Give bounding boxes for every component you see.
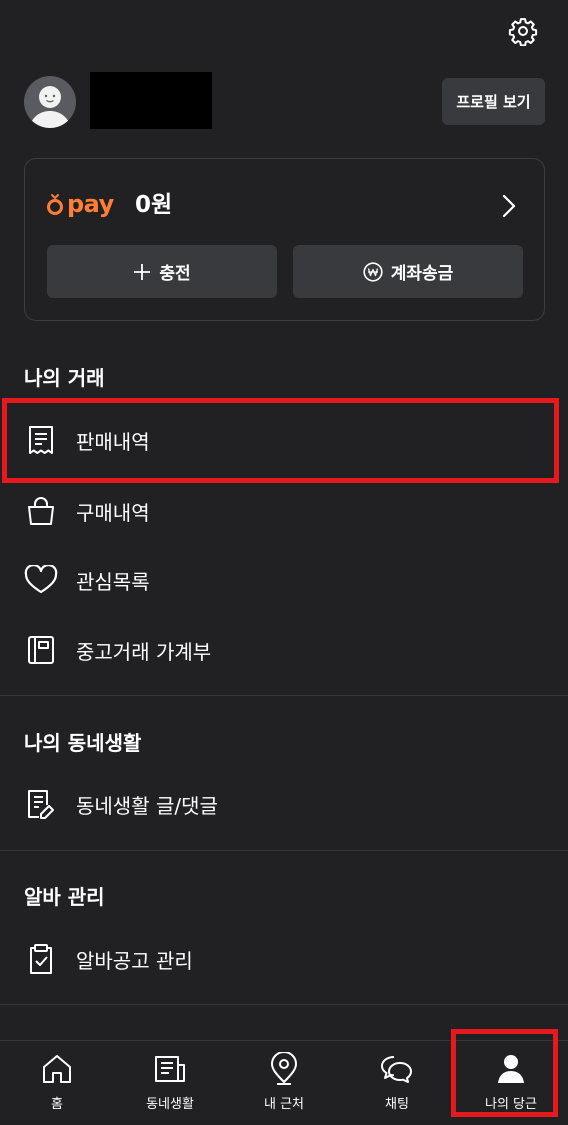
bottom-tab-bar: 홈 동네생활 내 근처 채팅 나의 당근 [0, 1040, 568, 1125]
heart-icon [24, 563, 58, 597]
tab-home[interactable]: 홈 [0, 1041, 114, 1125]
receipt-icon [24, 423, 58, 457]
settings-button[interactable] [504, 14, 542, 52]
document-edit-icon [24, 787, 58, 821]
pay-card: pay 0원 충전 계좌송금 [24, 158, 545, 321]
bank-transfer-button[interactable]: 계좌송금 [293, 245, 523, 298]
pay-balance: 0원 [135, 192, 173, 218]
avatar[interactable] [24, 76, 76, 128]
menu-job-posts[interactable]: 알바공고 관리 [0, 929, 568, 989]
menu-community-posts[interactable]: 동네생활 글/댓글 [0, 774, 568, 834]
menu-account-book[interactable]: 중고거래 가계부 [0, 620, 568, 680]
gear-icon [508, 16, 538, 50]
menu-purchase-history[interactable]: 구매내역 [0, 481, 568, 541]
divider [0, 850, 568, 851]
divider [0, 695, 568, 696]
pay-logo: pay [46, 190, 114, 218]
profile-row: 프로필 보기 [24, 72, 545, 132]
menu-sales-history[interactable]: 판매내역 [0, 410, 568, 470]
newspaper-icon [152, 1051, 188, 1087]
person-icon [493, 1051, 529, 1087]
won-icon [363, 261, 383, 282]
tab-my-karrot[interactable]: 나의 당근 [454, 1041, 568, 1125]
home-icon [39, 1051, 75, 1087]
section-title-jobs: 알바 관리 [24, 885, 105, 909]
ledger-book-icon [24, 633, 58, 667]
clipboard-check-icon [24, 942, 58, 976]
carrot-icon [47, 194, 63, 215]
view-profile-button[interactable]: 프로필 보기 [442, 78, 545, 125]
chat-bubbles-icon [379, 1051, 415, 1087]
charge-button[interactable]: 충전 [47, 245, 277, 298]
menu-wishlist[interactable]: 관심목록 [0, 550, 568, 610]
shopping-bag-icon [24, 494, 58, 528]
tab-chat[interactable]: 채팅 [340, 1041, 454, 1125]
tab-nearby[interactable]: 내 근처 [227, 1041, 341, 1125]
divider [0, 1004, 568, 1005]
redacted-username [90, 72, 212, 129]
chevron-right-icon[interactable] [499, 193, 519, 219]
section-title-community: 나의 동네생활 [24, 731, 142, 755]
plus-icon [134, 263, 151, 280]
section-title-trade: 나의 거래 [24, 366, 105, 390]
tab-community[interactable]: 동네생활 [113, 1041, 227, 1125]
location-pin-icon [266, 1051, 302, 1087]
